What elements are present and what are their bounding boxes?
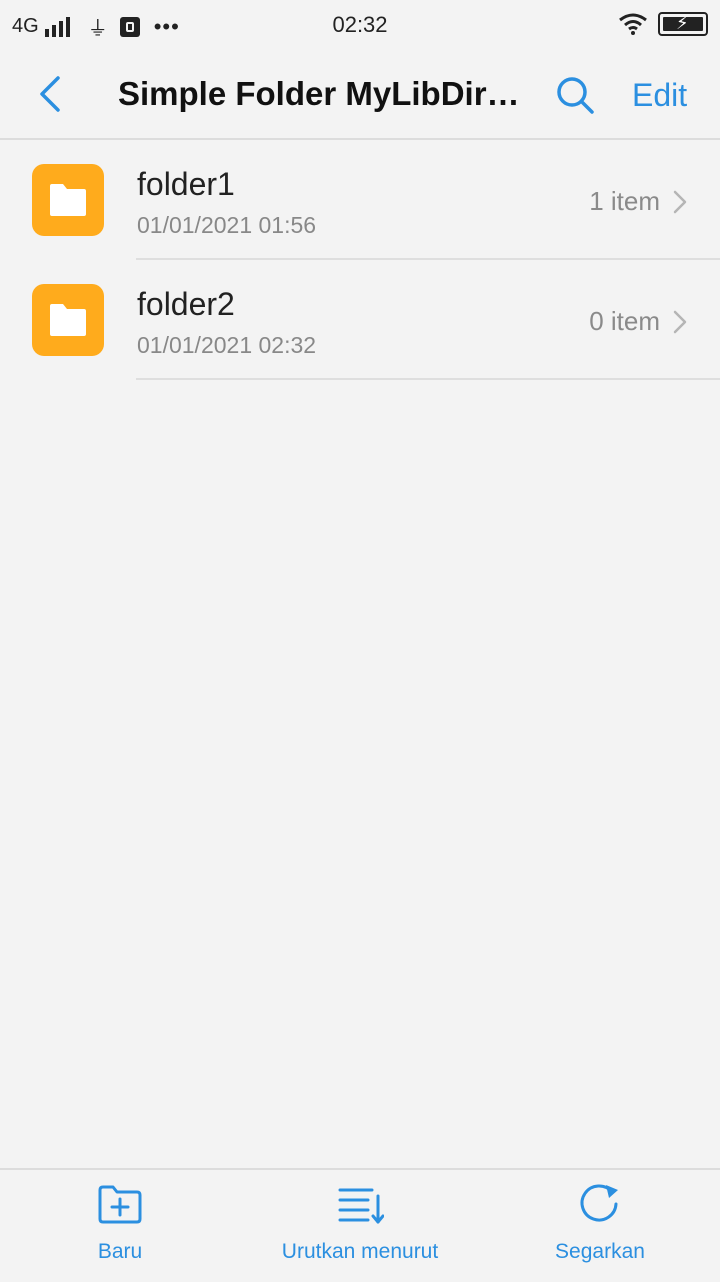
new-folder-icon [98, 1185, 142, 1224]
list-item[interactable]: folder1 01/01/2021 01:56 1 item [0, 140, 720, 260]
status-right: ⚡ [618, 12, 708, 36]
folder-item-count: 1 item [589, 186, 660, 216]
list-item[interactable]: folder2 01/01/2021 02:32 0 item [0, 260, 720, 380]
folder-icon [32, 164, 104, 236]
chevron-right-icon [673, 190, 687, 214]
battery-icon: ⚡ [658, 12, 708, 36]
folder-icon [32, 284, 104, 356]
sort-button[interactable]: Urutkan menurut [240, 1170, 480, 1282]
folder-date: 01/01/2021 01:56 [137, 212, 317, 238]
folder-item-count: 0 item [589, 306, 660, 336]
sort-label: Urutkan menurut [281, 1240, 439, 1263]
refresh-button[interactable]: Segarkan [480, 1170, 720, 1282]
status-time: 02:32 [332, 12, 388, 37]
wifi-icon [619, 13, 647, 35]
chevron-right-icon [673, 310, 687, 334]
edit-button[interactable]: Edit [632, 77, 687, 114]
status-bar: 4G ⏚ ••• 02:32 ⚡ [0, 0, 720, 50]
page-title: Simple Folder MyLibDirectory [118, 75, 534, 112]
new-folder-button[interactable]: Baru [0, 1170, 240, 1282]
folder-name: folder1 [137, 166, 235, 202]
search-button[interactable] [554, 74, 596, 116]
sort-icon [338, 1188, 384, 1224]
chevron-left-icon [40, 76, 60, 112]
refresh-label: Segarkan [555, 1240, 645, 1263]
app-header: Simple Folder MyLibDirectory Edit [0, 50, 720, 140]
folder-list: folder1 01/01/2021 01:56 1 item folder2 … [0, 140, 720, 380]
divider [136, 378, 720, 380]
new-folder-label: Baru [97, 1240, 143, 1263]
refresh-icon [580, 1184, 618, 1222]
folder-name: folder2 [137, 286, 235, 322]
back-button[interactable] [30, 72, 70, 116]
search-icon [557, 77, 594, 114]
bottom-toolbar: Baru Urutkan menurut Segarkan [0, 1168, 720, 1282]
folder-date: 01/01/2021 02:32 [137, 332, 317, 358]
